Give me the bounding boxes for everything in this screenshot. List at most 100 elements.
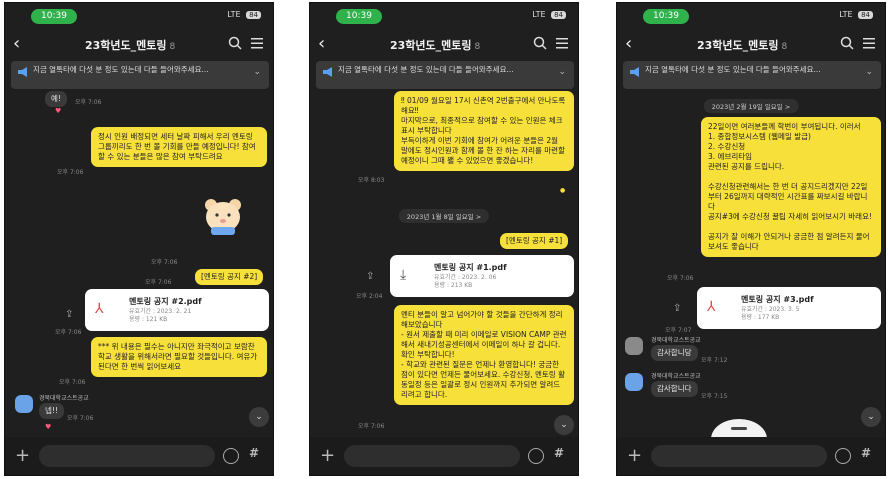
plus-icon[interactable]: + xyxy=(320,445,335,466)
scroll-down-button[interactable]: ⌄ xyxy=(554,415,574,435)
megaphone-icon xyxy=(630,67,639,77)
menu-icon[interactable] xyxy=(554,35,570,51)
message-time: 오후 7:06 xyxy=(151,259,178,266)
member-count: 8 xyxy=(169,42,176,52)
chat-area[interactable]: 예! 오후 7:06 ♥ 정시 인원 배정되면 세터 날짜 피해서 우리 멘토링… xyxy=(5,91,273,437)
search-icon[interactable] xyxy=(227,35,243,51)
back-arrow-icon[interactable]: ‹ xyxy=(318,33,325,54)
sender-name: 경북대학교스트공교 xyxy=(651,337,701,344)
network-label: LTE xyxy=(227,10,241,19)
chat-area[interactable]: 2023년 2월 19일 일요일 > 22일이면 여러분들께 학번이 부여됩니다… xyxy=(617,91,885,437)
heart-reaction-icon: ♥ xyxy=(45,423,52,431)
date-divider: 2023년 2월 19일 일요일 > xyxy=(703,99,799,113)
hash-icon[interactable]: # xyxy=(861,446,871,460)
avatar[interactable] xyxy=(15,395,33,413)
share-icon[interactable]: ⇪ xyxy=(65,309,73,320)
network-label: LTE xyxy=(839,10,853,19)
status-bar: 10:39 LTE 84 xyxy=(5,3,273,27)
chat-title-text: 23학년도_멘토링 xyxy=(697,39,779,52)
member-count: 8 xyxy=(474,42,481,52)
file-name: 멘토링 공지 #3.pdf xyxy=(741,295,814,304)
plus-icon[interactable]: + xyxy=(627,445,642,466)
megaphone-icon xyxy=(323,67,332,77)
chat-title-text: 23학년도_멘토링 xyxy=(85,39,167,52)
status-bar: 10:39 LTE 84 xyxy=(310,3,578,27)
battery-level: 84 xyxy=(551,11,566,19)
battery-level: 84 xyxy=(858,11,873,19)
notice-banner[interactable]: 지금 열톡타에 다섯 분 정도 있는데 다들 들어와주세요... ⌄ xyxy=(623,61,881,89)
signal-indicator: LTE 84 xyxy=(227,10,261,19)
notice-banner[interactable]: 지금 열톡타에 다섯 분 정도 있는데 다들 들어와주세요... ⌄ xyxy=(316,61,574,89)
message-time: 오후 7:07 xyxy=(665,327,692,334)
message-time: 오후 7:06 xyxy=(75,99,102,106)
notice-banner[interactable]: 지금 열톡타에 다섯 분 정도 있는데 다들 들어와주세요... ⌄ xyxy=(11,61,269,89)
emoji-icon[interactable] xyxy=(528,448,544,464)
plus-icon[interactable]: + xyxy=(15,445,30,466)
chat-header: ‹ 23학년도_멘토링 8 xyxy=(617,29,885,59)
pdf-icon: ⅄ xyxy=(707,299,716,315)
chat-header: ‹ 23학년도_멘토링 8 xyxy=(310,29,578,59)
signal-indicator: LTE 84 xyxy=(532,10,566,19)
message-input[interactable] xyxy=(344,445,520,467)
share-icon[interactable]: ⇪ xyxy=(673,303,681,314)
screenshot-collage: 10:39 LTE 84 ‹ 23학년도_멘토링 8 지금 열톡타에 다섯 분 정… xyxy=(0,0,888,479)
scroll-down-button[interactable]: ⌄ xyxy=(861,407,881,427)
chat-title: 23학년도_멘토링 8 xyxy=(697,37,787,53)
emoticon-partial-icon xyxy=(711,419,767,437)
message-time: 오후 8:03 xyxy=(358,177,385,184)
notice-text: 지금 열톡타에 다섯 분 정도 있는데 다들 들어와주세요... xyxy=(645,65,821,74)
chat-title-text: 23학년도_멘토링 xyxy=(390,39,472,52)
search-icon[interactable] xyxy=(532,35,548,51)
avatar[interactable] xyxy=(625,373,643,391)
file-detail: 유효기간 : 2023. 3. 5 용량 : 177 KB xyxy=(741,306,800,321)
chat-area[interactable]: ‼ 01/09 월요일 17시 신촌역 2번출구에서 만나도록 해요‼ 마지막으… xyxy=(310,91,578,437)
chat-header: ‹ 23학년도_멘토링 8 xyxy=(5,29,273,59)
date-divider: 2023년 1월 8일 일요일 > xyxy=(398,209,490,223)
scroll-down-button[interactable]: ⌄ xyxy=(249,407,269,427)
phone-screen-3: 10:39 LTE 84 ‹ 23학년도_멘토링 8 지금 열톡타에 다섯 분 정… xyxy=(616,2,886,476)
emoji-icon[interactable] xyxy=(223,448,239,464)
hash-icon[interactable]: # xyxy=(554,446,564,460)
menu-icon[interactable] xyxy=(861,35,877,51)
notice-text: 지금 열톡타에 다섯 분 정도 있는데 다들 들어와주세요... xyxy=(33,65,209,74)
menu-icon[interactable] xyxy=(249,35,265,51)
member-count: 8 xyxy=(781,42,788,52)
message-bubble: 22일이면 여러분들께 학번이 부여됩니다. 이러서 1. 종합정보시스템 (웹… xyxy=(701,117,881,257)
emoji-icon[interactable] xyxy=(835,448,851,464)
chevron-down-icon[interactable]: ⌄ xyxy=(253,67,261,77)
chat-title: 23학년도_멘토링 8 xyxy=(390,37,480,53)
message-time: 오후 7:06 xyxy=(55,329,82,336)
back-arrow-icon[interactable]: ‹ xyxy=(625,33,632,54)
message-time: 오후 7:06 xyxy=(59,379,86,386)
read-count: ● xyxy=(560,187,566,194)
message-time: 오후 2:04 xyxy=(356,293,383,300)
file-detail: 유효기간 : 2023. 2. 21 용량 : 121 KB xyxy=(129,308,192,323)
file-attachment[interactable]: ⅄ 멘토링 공지 #2.pdf 유효기간 : 2023. 2. 21 용량 : … xyxy=(85,289,269,331)
network-label: LTE xyxy=(532,10,546,19)
link-bubble[interactable]: [멘토링 공지 #2] xyxy=(195,269,264,285)
file-detail: 유효기간 : 2023. 2. 06 용량 : 213 KB xyxy=(434,274,497,289)
signal-indicator: LTE 84 xyxy=(839,10,873,19)
file-attachment[interactable]: ⤓ 멘토링 공지 #1.pdf 유효기간 : 2023. 2. 06 용량 : … xyxy=(390,255,574,297)
status-bar: 10:39 LTE 84 xyxy=(617,3,885,27)
message-input[interactable] xyxy=(651,445,827,467)
input-bar: + # xyxy=(5,437,273,475)
file-name: 멘토링 공지 #2.pdf xyxy=(129,297,202,306)
message-input[interactable] xyxy=(39,445,215,467)
chevron-down-icon[interactable]: ⌄ xyxy=(558,67,566,77)
link-bubble[interactable]: [멘토링 공지 #1] xyxy=(500,233,569,249)
search-icon[interactable] xyxy=(839,35,855,51)
sender-name: 경북대학교스트공교 xyxy=(651,373,701,380)
back-arrow-icon[interactable]: ‹ xyxy=(13,33,20,54)
file-attachment[interactable]: ⅄ 멘토링 공지 #3.pdf 유효기간 : 2023. 3. 5 용량 : 1… xyxy=(697,287,881,329)
message-bubble: *** 위 내용은 필수는 아니지만 좌극적이고 보람찬 학교 생활을 위해서라… xyxy=(91,337,267,377)
message-bubble: ‼ 01/09 월요일 17시 신촌역 2번출구에서 만나도록 해요‼ 마지막으… xyxy=(394,91,574,171)
message-bubble: 감사합니당 xyxy=(651,345,698,361)
share-icon[interactable]: ⇪ xyxy=(366,271,374,282)
avatar[interactable] xyxy=(625,337,643,355)
message-time: 오후 7:06 xyxy=(667,275,694,282)
hash-icon[interactable]: # xyxy=(249,446,259,460)
chevron-down-icon[interactable]: ⌄ xyxy=(865,67,873,77)
message-time: 오후 7:06 xyxy=(145,279,172,286)
input-bar: + # xyxy=(617,437,885,475)
